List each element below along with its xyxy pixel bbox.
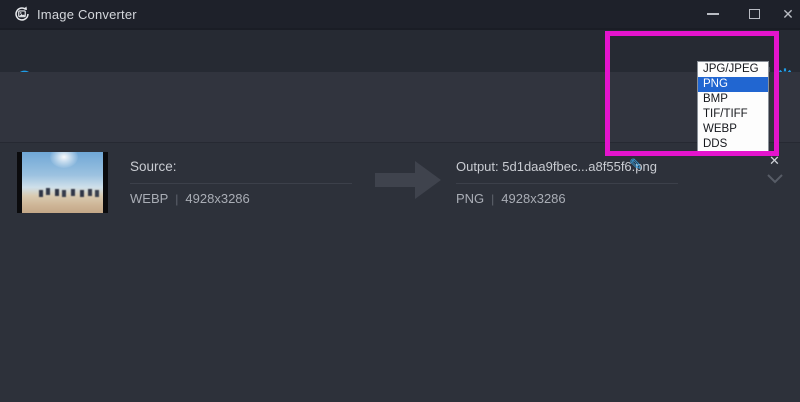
separator-pipe: | [491,192,494,206]
close-button[interactable]: ✕ [771,0,800,28]
source-label: Source: [130,159,177,174]
source-format: WEBP [130,191,168,206]
thumbnail-caravan-silhouettes [31,189,35,196]
convert-arrow-icon [375,161,441,199]
output-format-info: PNG | 4928x3286 [456,191,566,206]
edit-output-name-icon[interactable]: ✎ [629,155,642,175]
output-dimensions: 4928x3286 [501,191,565,206]
maximize-icon [749,9,760,19]
output-line: Output: 5d1daa9fbec...a8f55f6.png [456,159,657,174]
format-option-webp[interactable]: WEBP [698,122,768,137]
window-title: Image Converter [37,7,137,22]
close-icon: ✕ [782,7,794,21]
output-divider [456,183,678,184]
format-option-dds[interactable]: DDS [698,137,768,152]
file-row[interactable]: Source: WEBP | 4928x3286 Output: 5d1daa9… [0,72,800,143]
remove-file-icon[interactable]: ✕ [769,153,780,169]
format-option-jpg-jpeg[interactable]: JPG/JPEG [698,62,768,77]
separator-pipe: | [175,192,178,206]
output-label: Output: [456,159,499,174]
source-format-info: WEBP | 4928x3286 [130,191,250,206]
format-option-bmp[interactable]: BMP [698,92,768,107]
thumbnail-sun [50,152,78,168]
maximize-button[interactable] [737,0,771,28]
title-bar: Image Converter ✕ [0,0,800,28]
source-dimensions: 4928x3286 [185,191,249,206]
source-divider [130,183,352,184]
toolbar: Add Source File Convert All to: PNG [0,28,800,72]
app-logo-icon [13,5,31,23]
source-thumbnail [17,152,108,213]
format-option-png[interactable]: PNG [698,77,768,92]
minimize-button[interactable] [696,0,730,28]
output-format: PNG [456,191,484,206]
thumbnail-image [22,152,103,213]
format-dropdown-list: JPG/JPEGPNGBMPTIF/TIFFWEBPDDS [697,61,769,153]
app-window: Image Converter ✕ Add Source File Conver… [0,0,800,402]
minimize-icon [707,13,719,15]
expand-row-chevron-icon[interactable] [766,173,784,185]
format-option-tif-tiff[interactable]: TIF/TIFF [698,107,768,122]
